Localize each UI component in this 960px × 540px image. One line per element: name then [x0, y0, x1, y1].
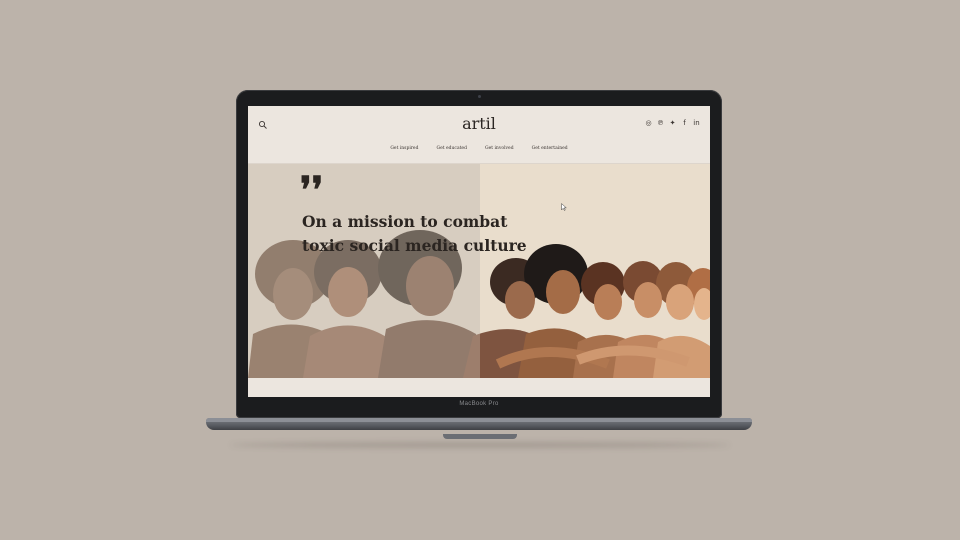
hero-headline: On a mission to combat toxic social medi…: [302, 210, 602, 258]
twitter-icon[interactable]: ✦: [669, 120, 676, 127]
laptop-mockup: artil ◎ ℗ ✦ f in Get inspired Get educat…: [0, 0, 960, 540]
laptop-shadow: [230, 442, 730, 448]
laptop-opening-notch: [443, 434, 517, 439]
site-logo[interactable]: artil: [248, 114, 710, 133]
laptop-base-edge: [206, 418, 752, 422]
facebook-icon[interactable]: f: [681, 120, 688, 127]
hero-section: ❜❜ On a mission to combat toxic social m…: [248, 164, 710, 378]
nav-get-educated[interactable]: Get educated: [436, 146, 467, 151]
nav-get-inspired[interactable]: Get inspired: [390, 146, 418, 151]
browser-screen: artil ◎ ℗ ✦ f in Get inspired Get educat…: [248, 106, 710, 397]
site-header: artil ◎ ℗ ✦ f in Get inspired Get educat…: [248, 106, 710, 164]
linkedin-icon[interactable]: in: [693, 120, 700, 127]
laptop-chin: MacBook Pro: [236, 397, 722, 417]
nav-get-involved[interactable]: Get involved: [485, 146, 514, 151]
nav-get-entertained[interactable]: Get entertained: [532, 146, 568, 151]
laptop-lid: artil ◎ ℗ ✦ f in Get inspired Get educat…: [236, 90, 722, 418]
page-below-hero: [248, 378, 710, 397]
headline-line-1: On a mission to combat: [302, 212, 508, 231]
quote-mark-icon: ❜❜: [300, 169, 324, 211]
pinterest-icon[interactable]: ℗: [657, 120, 664, 127]
instagram-icon[interactable]: ◎: [645, 120, 652, 127]
device-label: MacBook Pro: [459, 401, 499, 407]
headline-line-2: toxic social media culture: [302, 236, 527, 255]
main-nav: Get inspired Get educated Get involved G…: [248, 146, 710, 151]
social-links: ◎ ℗ ✦ f in: [645, 120, 700, 127]
mouse-cursor-icon: [561, 203, 567, 211]
camera-dot: [478, 95, 481, 98]
